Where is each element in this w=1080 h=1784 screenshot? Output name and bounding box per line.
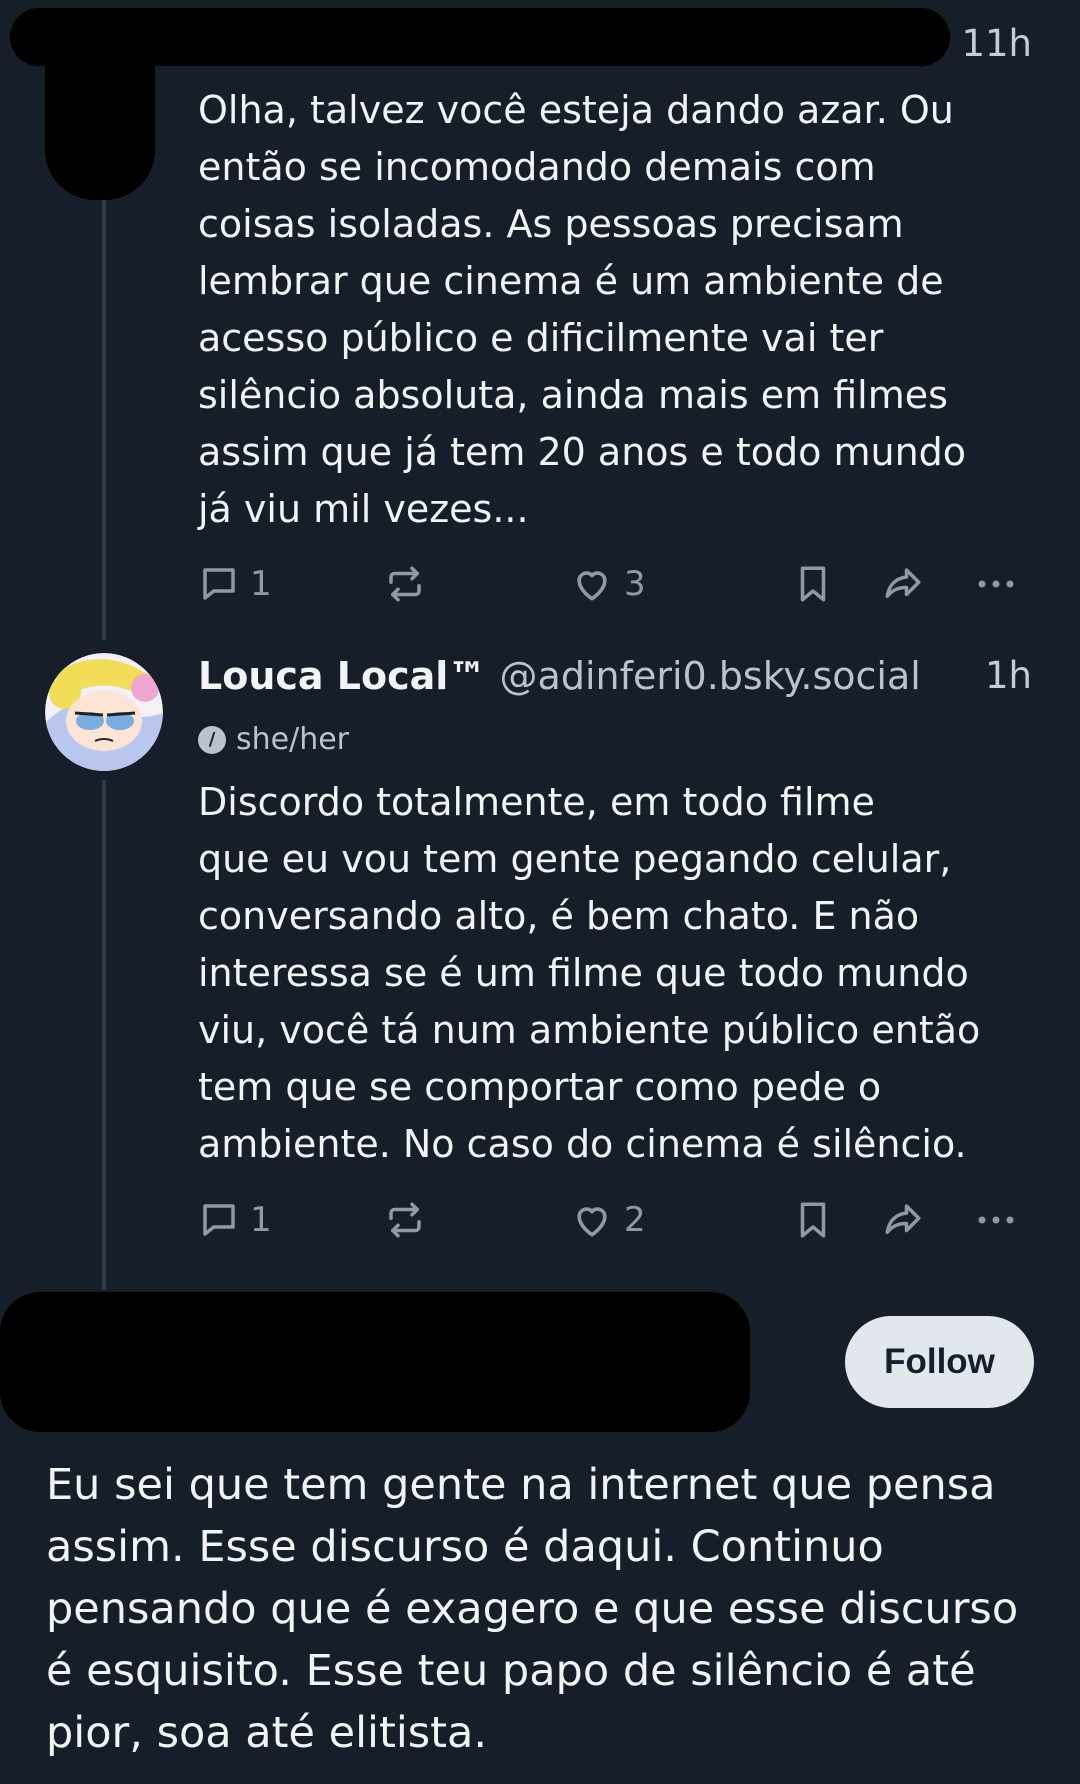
share-icon [880,563,926,605]
follow-button[interactable]: Follow [845,1316,1034,1408]
reply-icon [198,1199,240,1241]
redacted-author-main [0,1292,750,1432]
redacted-avatar-1 [45,10,155,200]
main-post-body: Eu sei que tem gente na internet que pen… [46,1460,1019,1758]
post-actions: 1 2 [198,1195,1038,1245]
pronoun-icon: / [198,725,226,754]
thread-line-middle [102,780,106,1290]
bookmark-button[interactable] [792,1195,834,1245]
share-button[interactable] [880,1195,926,1245]
like-icon [570,1198,614,1242]
pronouns: / she/her [198,722,349,757]
like-button[interactable]: 3 [570,559,646,609]
author-handle: @adinferi0.bsky.social [499,654,921,698]
like-button[interactable]: 2 [570,1195,646,1245]
bookmark-icon [792,1199,834,1241]
repost-button[interactable] [384,1195,426,1245]
more-options-button[interactable] [974,559,1018,609]
repost-button[interactable] [384,559,426,609]
repost-icon [384,563,426,605]
reply-icon [198,563,240,605]
display-name: Louca Local™ [198,654,487,698]
avatar[interactable] [45,653,163,771]
like-icon [570,562,614,606]
post-time: 11h [961,22,1032,65]
like-count: 2 [624,1200,646,1240]
repost-icon [384,1199,426,1241]
bookmark-button[interactable] [792,559,834,609]
post-body: Olha, talvez você esteja dando azar. Ou … [198,88,967,531]
reply-button[interactable]: 1 [198,559,272,609]
post-body: Discordo totalmente, em todo filme que e… [198,780,981,1166]
bookmark-icon [792,563,834,605]
reply-count: 1 [250,564,272,604]
reply-button[interactable]: 1 [198,1195,272,1245]
post-time: 1h [985,654,1032,697]
reply-count: 1 [250,1200,272,1240]
author-name[interactable]: Louca Local™ @adinferi0.bsky.social [198,654,921,698]
like-count: 3 [624,564,646,604]
share-button[interactable] [880,559,926,609]
post-actions: 1 3 [198,559,1038,609]
more-icon [974,1199,1018,1241]
share-icon [880,1199,926,1241]
more-icon [974,563,1018,605]
pronoun-label: she/her [236,722,350,757]
more-options-button[interactable] [974,1195,1018,1245]
thread-line-top [102,190,106,640]
